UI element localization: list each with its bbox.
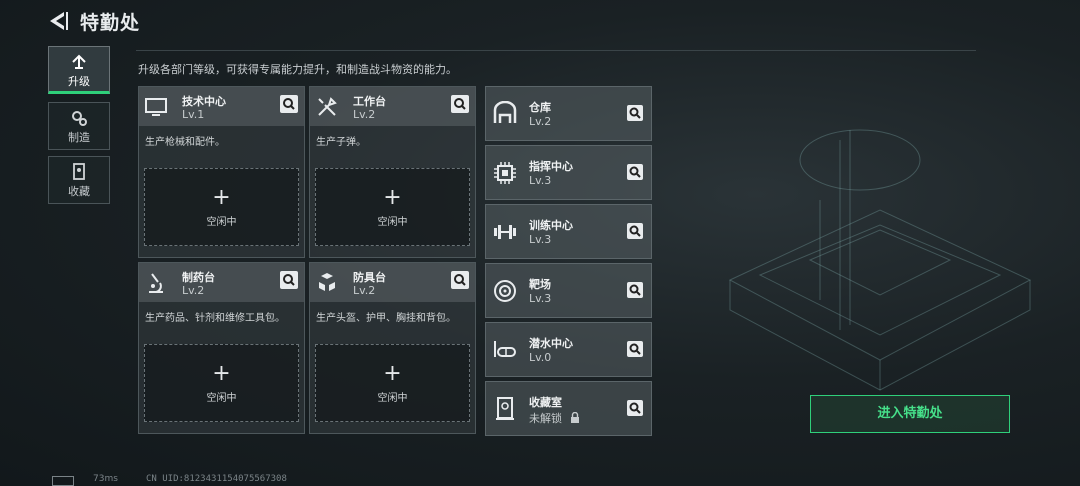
search-button[interactable]: [627, 282, 643, 298]
search-icon: [454, 274, 466, 286]
card-level: Lv.2: [353, 284, 376, 297]
search-icon: [629, 225, 641, 237]
microscope-icon: [149, 273, 163, 293]
room-name: 收藏室: [529, 396, 562, 409]
computer-icon: [145, 98, 167, 116]
search-icon: [629, 107, 641, 119]
room-level: Lv.3: [529, 174, 552, 187]
empty-slot[interactable]: + 空闲中: [315, 168, 470, 246]
tools-icon: [318, 97, 337, 116]
search-button[interactable]: [280, 95, 298, 113]
card-level: Lv.1: [182, 108, 205, 121]
search-button[interactable]: [280, 271, 298, 289]
card-tech-center[interactable]: 技术中心 Lv.1 生产枪械和配件。 + 空闲中: [138, 86, 305, 258]
card-name: 工作台: [353, 95, 386, 108]
card-armor-bench[interactable]: 防具台 Lv.2 生产头盔、护甲、胸挂和背包。 + 空闲中: [309, 262, 476, 434]
lock-status-text: 未解锁: [529, 412, 562, 425]
battery-icon: [52, 476, 74, 486]
plus-icon: +: [212, 185, 231, 210]
slot-status: 空闲中: [206, 393, 237, 404]
plus-icon: +: [383, 361, 402, 386]
collection-icon: [73, 163, 85, 180]
lock-icon: [570, 411, 579, 423]
room-command-center[interactable]: 指挥中心 Lv.3: [485, 145, 652, 200]
search-icon: [629, 166, 641, 178]
slot-status: 空闲中: [377, 217, 408, 228]
card-description: 生产子弹。: [316, 137, 366, 148]
search-icon: [454, 98, 466, 110]
enter-special-ops-button[interactable]: 进入特勤处: [810, 395, 1010, 433]
tab-label: 收藏: [68, 185, 90, 198]
room-level: Lv.2: [529, 115, 552, 128]
card-name: 防具台: [353, 271, 386, 284]
header-divider: [136, 50, 976, 51]
room-training-center[interactable]: 训练中心 Lv.3: [485, 204, 652, 259]
tab-upgrade[interactable]: 升级: [48, 46, 110, 94]
tab-label: 升级: [68, 75, 90, 88]
room-name: 指挥中心: [529, 160, 573, 173]
room-name: 训练中心: [529, 219, 573, 232]
card-description: 生产头盔、护甲、胸挂和背包。: [316, 313, 456, 324]
room-collection-room[interactable]: 收藏室 未解锁: [485, 381, 652, 436]
gears-icon: [72, 111, 87, 126]
plus-icon: +: [383, 185, 402, 210]
room-name: 仓库: [529, 101, 551, 114]
search-button[interactable]: [627, 105, 643, 121]
search-button[interactable]: [451, 95, 469, 113]
room-name: 潜水中心: [529, 337, 573, 350]
armor-boxes-icon: [319, 273, 335, 291]
target-icon: [494, 280, 516, 302]
empty-slot[interactable]: + 空闲中: [315, 344, 470, 422]
room-lock-status: 未解锁: [529, 410, 580, 426]
room-shooting-range[interactable]: 靶场 Lv.3: [485, 263, 652, 318]
search-button[interactable]: [627, 223, 643, 239]
ping-readout: 73ms: [93, 474, 118, 484]
display-case-icon: [496, 397, 514, 420]
tab-collection[interactable]: 收藏: [48, 156, 110, 204]
room-name: 靶场: [529, 278, 551, 291]
chip-icon: [494, 162, 516, 184]
tab-craft[interactable]: 制造: [48, 102, 110, 150]
search-icon: [283, 274, 295, 286]
empty-slot[interactable]: + 空闲中: [144, 168, 299, 246]
card-description: 生产药品、针剂和维修工具包。: [145, 313, 285, 324]
card-name: 制药台: [182, 271, 215, 284]
page-title: 特勤处: [80, 12, 141, 34]
uid-readout: CN UID:8123431154075567308: [146, 474, 287, 484]
room-level: Lv.0: [529, 351, 552, 364]
card-description: 生产枪械和配件。: [145, 137, 225, 148]
search-icon: [629, 343, 641, 355]
warehouse-icon: [493, 101, 517, 123]
slot-status: 空闲中: [206, 217, 237, 228]
card-name: 技术中心: [182, 95, 226, 108]
search-button[interactable]: [627, 400, 643, 416]
search-button[interactable]: [627, 341, 643, 357]
card-pharmacy[interactable]: 制药台 Lv.2 生产药品、针剂和维修工具包。 + 空闲中: [138, 262, 305, 434]
card-level: Lv.2: [353, 108, 376, 121]
plus-icon: +: [212, 361, 231, 386]
empty-slot[interactable]: + 空闲中: [144, 344, 299, 422]
slot-status: 空闲中: [377, 393, 408, 404]
room-diving-center[interactable]: 潜水中心 Lv.0: [485, 322, 652, 377]
base-wireframe-illustration: [728, 129, 1032, 391]
search-icon: [629, 284, 641, 296]
room-level: Lv.3: [529, 292, 552, 305]
card-level: Lv.2: [182, 284, 205, 297]
tab-label: 制造: [68, 131, 90, 144]
back-arrow-icon[interactable]: [47, 9, 71, 33]
room-level: Lv.3: [529, 233, 552, 246]
search-button[interactable]: [451, 271, 469, 289]
search-icon: [283, 98, 295, 110]
upgrade-icon: [72, 54, 86, 69]
page-description: 升级各部门等级，可获得专属能力提升，和制造战斗物资的能力。: [138, 63, 457, 76]
card-workbench[interactable]: 工作台 Lv.2 生产子弹。 + 空闲中: [309, 86, 476, 258]
search-icon: [629, 402, 641, 414]
diving-mask-icon: [494, 341, 516, 357]
dumbbell-icon: [494, 225, 516, 239]
room-warehouse[interactable]: 仓库 Lv.2: [485, 86, 652, 141]
search-button[interactable]: [627, 164, 643, 180]
